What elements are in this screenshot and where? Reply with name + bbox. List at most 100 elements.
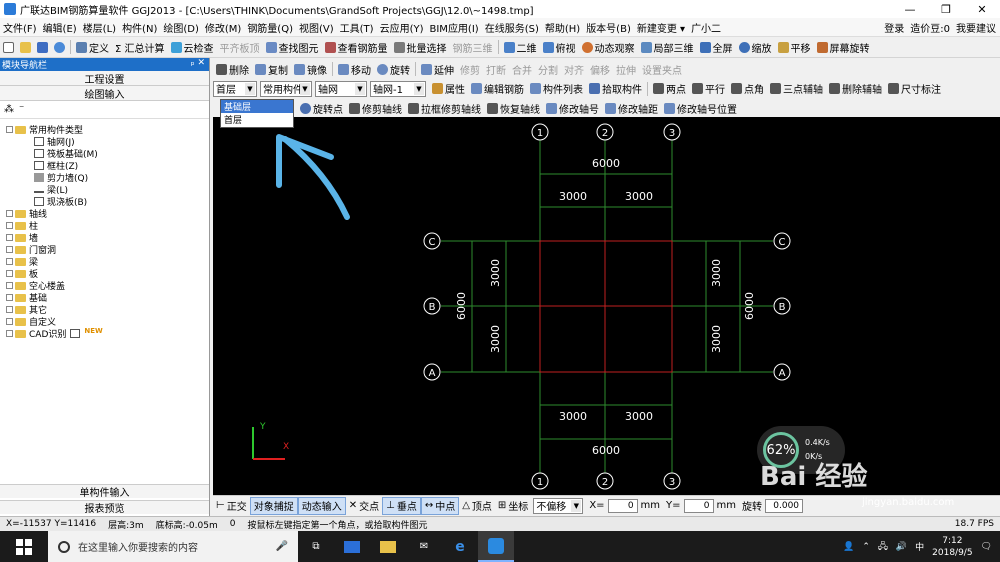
microphone-icon[interactable]: 🎤 xyxy=(276,541,288,552)
offset-button[interactable]: 偏移 xyxy=(587,60,613,78)
category-select[interactable]: 常用构件 ▼ xyxy=(260,80,312,97)
taskbar-mail[interactable]: ✉ xyxy=(406,531,442,562)
find-element-button[interactable]: 查找图元 xyxy=(263,38,322,57)
delete-aux-button[interactable]: 删除辅轴 xyxy=(826,79,885,98)
perpendicular-snap[interactable]: ⊥ 垂点 xyxy=(382,496,421,515)
tree-item-frame-column[interactable]: 框柱(Z) xyxy=(34,160,78,172)
menu-new-change[interactable]: 新建变更 ▾ xyxy=(634,20,688,35)
panel-pin-close-icon[interactable]: ₚ ✕ xyxy=(191,58,205,68)
tree-folder-cad-recognition[interactable]: CAD识别 NEW xyxy=(6,327,103,340)
collapse-icon[interactable] xyxy=(6,126,13,133)
two-point-button[interactable]: 两点 xyxy=(650,79,689,98)
notification-icon[interactable]: 🗨 xyxy=(981,542,992,552)
menu-component[interactable]: 构件(N) xyxy=(119,20,160,35)
show-hidden-icon[interactable]: ⌃ xyxy=(862,542,870,552)
screen-rotate-button[interactable]: 屏幕旋转 xyxy=(814,38,873,57)
tree-folder-other[interactable]: 其它 xyxy=(6,304,47,316)
expand-icon[interactable] xyxy=(6,210,13,217)
trim-button[interactable]: 修剪 xyxy=(457,60,483,78)
trim-axis-button[interactable]: 修剪轴线 xyxy=(346,99,405,117)
modify-axis-number-button[interactable]: 修改轴号 xyxy=(543,99,602,117)
menu-online[interactable]: 在线服务(S) xyxy=(482,20,542,35)
floor-option-foundation[interactable]: 基础层 xyxy=(221,100,293,113)
menu-rebar[interactable]: 钢筋量(Q) xyxy=(244,20,296,35)
save-file-button[interactable] xyxy=(34,38,51,57)
batch-select-button[interactable]: 批量选择 xyxy=(391,38,450,57)
open-file-button[interactable] xyxy=(17,38,34,57)
point-angle-button[interactable]: 点角 xyxy=(728,79,767,98)
stretch-button[interactable]: 拉伸 xyxy=(613,60,639,78)
taskbar-app-1[interactable] xyxy=(334,531,370,562)
tree-folder-column[interactable]: 柱 xyxy=(6,220,38,232)
start-button[interactable] xyxy=(0,531,48,562)
rotate-button[interactable]: 旋转 xyxy=(374,60,413,78)
component-list-button[interactable]: 构件列表 xyxy=(527,79,586,98)
break-button[interactable]: 打断 xyxy=(483,60,509,78)
vertex-snap[interactable]: △ 顶点 xyxy=(459,497,495,515)
taskbar-file-explorer[interactable] xyxy=(370,531,406,562)
expand-icon[interactable] xyxy=(6,282,13,289)
move-button[interactable]: 移动 xyxy=(335,60,374,78)
new-file-button[interactable] xyxy=(0,38,17,57)
floor-option-first[interactable]: 首层 xyxy=(221,113,293,126)
menu-file[interactable]: 文件(F) xyxy=(0,20,40,35)
expand-icon[interactable] xyxy=(6,246,13,253)
set-grip-button[interactable]: 设置夹点 xyxy=(639,60,685,78)
rotate-input[interactable]: 0.000 xyxy=(765,498,804,513)
define-button[interactable]: 定义 xyxy=(73,38,112,57)
extend-button[interactable]: 延伸 xyxy=(418,60,457,78)
collapse-all-icon[interactable]: ⁻ xyxy=(19,104,24,115)
volume-icon[interactable]: 🔊 xyxy=(896,542,907,552)
menu-help[interactable]: 帮助(H) xyxy=(542,20,583,35)
drawing-input-button[interactable]: 绘图输入 xyxy=(0,86,209,101)
zoom-button[interactable]: 缩放 xyxy=(736,38,775,57)
expand-icon[interactable] xyxy=(6,258,13,265)
tree-folder-foundation[interactable]: 基础 xyxy=(6,292,47,304)
split-button[interactable]: 分割 xyxy=(535,60,561,78)
menu-cloud[interactable]: 云应用(Y) xyxy=(377,20,427,35)
ortho-toggle[interactable]: ⊢ 正交 xyxy=(213,497,250,515)
menu-draw[interactable]: 绘图(D) xyxy=(160,20,202,35)
merge-button[interactable]: 合并 xyxy=(509,60,535,78)
mirror-button[interactable]: 镜像 xyxy=(291,60,330,78)
undo-button[interactable] xyxy=(51,38,68,57)
report-preview-button[interactable]: 报表预览 xyxy=(0,500,209,515)
menu-view[interactable]: 视图(V) xyxy=(296,20,337,35)
expand-icon[interactable] xyxy=(6,222,13,229)
2d-view-button[interactable]: 二维 xyxy=(501,38,540,57)
clock[interactable]: 7:12 2018/9/5 xyxy=(932,535,972,559)
local-3d-button[interactable]: 局部三维 xyxy=(638,38,697,57)
modify-axis-spacing-button[interactable]: 修改轴距 xyxy=(602,99,661,117)
expand-icon[interactable] xyxy=(6,270,13,277)
x-input[interactable]: 0 xyxy=(607,498,638,513)
properties-button[interactable]: 属性 xyxy=(429,79,468,98)
ime-indicator[interactable]: 中 xyxy=(915,540,924,553)
single-component-input-button[interactable]: 单构件输入 xyxy=(0,484,209,499)
expand-icon[interactable] xyxy=(6,330,13,337)
tree-item-cast-slab[interactable]: 现浇板(B) xyxy=(34,196,87,208)
dimension-button[interactable]: 尺寸标注 xyxy=(885,79,944,98)
tree-folder-openings[interactable]: 门窗洞 xyxy=(6,244,56,256)
task-view-button[interactable]: ⧉ xyxy=(298,531,334,562)
modify-axis-number-position-button[interactable]: 修改轴号位置 xyxy=(661,99,740,117)
coordinate-snap[interactable]: ⊞ 坐标 xyxy=(495,497,531,515)
pan-button[interactable]: 平移 xyxy=(775,38,814,57)
summary-calc-button[interactable]: Σ 汇总计算 xyxy=(112,38,168,57)
person-icon[interactable]: 👤 xyxy=(843,542,854,552)
minimize-button[interactable]: — xyxy=(892,0,928,18)
suggest-link[interactable]: 我要建议 xyxy=(956,20,996,35)
tree-folder-beam[interactable]: 梁 xyxy=(6,256,38,268)
dynamic-input-toggle[interactable]: 动态输入 xyxy=(297,496,346,515)
menu-edit[interactable]: 编辑(E) xyxy=(40,20,80,35)
tree-folder-common[interactable]: 常用构件类型 xyxy=(6,124,83,136)
close-button[interactable]: ✕ xyxy=(964,0,1000,18)
tree-folder-axis-line[interactable]: 轴线 xyxy=(6,208,47,220)
fullscreen-button[interactable]: 全屏 xyxy=(697,38,736,57)
cloud-check-button[interactable]: 云检查 xyxy=(168,38,217,57)
taskbar-search[interactable]: 在这里输入你要搜索的内容 🎤 xyxy=(48,531,298,562)
menu-tools[interactable]: 工具(T) xyxy=(337,20,377,35)
y-input[interactable]: 0 xyxy=(683,498,714,513)
tree-folder-hollow-floor[interactable]: 空心楼盖 xyxy=(6,280,65,292)
midpoint-snap[interactable]: ↔ 中点 xyxy=(420,496,460,515)
dynamic-orbit-button[interactable]: 动态观察 xyxy=(579,38,638,57)
